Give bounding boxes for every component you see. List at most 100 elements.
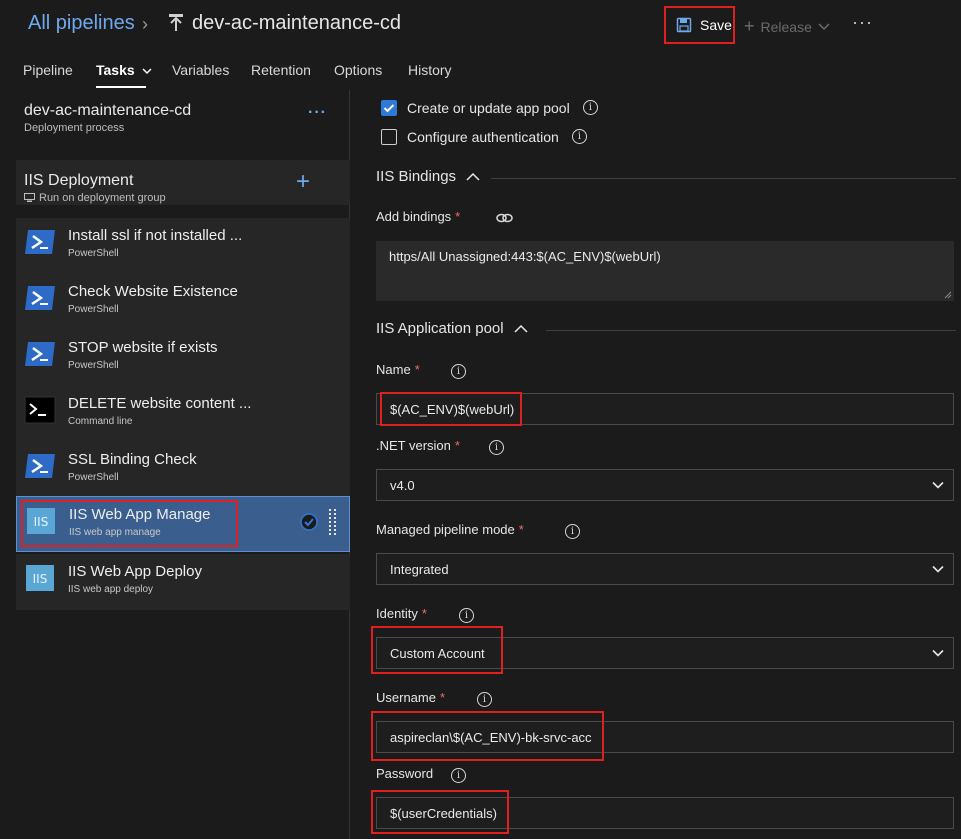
link-icon[interactable] (496, 212, 513, 224)
create-app-pool-checkbox[interactable] (381, 100, 397, 116)
more-actions-icon[interactable]: ··· (852, 12, 873, 33)
highlight-box (371, 790, 509, 834)
tab-bar: Pipeline Tasks Variables Retention Optio… (0, 52, 961, 90)
drag-handle-icon[interactable] (329, 509, 337, 537)
task-title: STOP website if exists (68, 339, 218, 356)
name-label-text: Name (376, 362, 411, 377)
required-mark: * (421, 606, 427, 621)
info-icon[interactable]: i (565, 524, 580, 539)
process-subtitle: Deployment process (24, 122, 125, 134)
plus-icon: + (744, 16, 755, 36)
check-circle-icon (300, 513, 318, 531)
chevron-down-icon (932, 481, 944, 489)
task-subtitle: IIS web app deploy (68, 584, 154, 595)
required-mark: * (439, 690, 446, 705)
release-button[interactable]: + Release (744, 16, 830, 37)
info-icon[interactable]: i (477, 692, 492, 707)
release-pipeline-icon (169, 14, 183, 31)
iis-bindings-section-header[interactable]: IIS Bindings (376, 168, 480, 185)
task-list-pane: dev-ac-maintenance-cd Deployment process… (0, 90, 350, 839)
task-settings-pane: Create or update app pool i Configure au… (351, 90, 961, 839)
highlight-box (371, 626, 503, 674)
command-line-icon (24, 396, 56, 424)
chevron-down-icon (932, 649, 944, 657)
task-subtitle: PowerShell (68, 304, 119, 315)
process-more-icon[interactable]: ··· (308, 104, 327, 122)
save-icon (676, 17, 692, 33)
chevron-up-icon (514, 324, 528, 333)
header: All pipelines › dev-ac-maintenance-cd Sa… (0, 0, 961, 52)
save-label: Save (700, 17, 732, 33)
highlight-box (380, 392, 522, 426)
powershell-icon (25, 286, 55, 310)
all-pipelines-link[interactable]: All pipelines (28, 12, 135, 35)
task-title: Check Website Existence (68, 283, 238, 300)
section-title: IIS Application pool (376, 320, 504, 337)
task-check-website[interactable]: Check Website Existence PowerShell (16, 274, 350, 330)
tab-retention[interactable]: Retention (251, 62, 311, 78)
powershell-icon (25, 230, 55, 254)
info-icon[interactable]: i (489, 440, 504, 455)
task-iis-web-app-deploy[interactable]: IIS IIS Web App Deploy IIS web app deplo… (16, 554, 350, 610)
task-stop-website[interactable]: STOP website if exists PowerShell (16, 330, 350, 386)
add-task-icon[interactable]: + (296, 170, 310, 194)
resize-grip-icon[interactable] (944, 291, 952, 299)
info-icon[interactable]: i (459, 608, 474, 623)
tab-variables[interactable]: Variables (172, 62, 229, 78)
task-subtitle: PowerShell (68, 360, 119, 371)
task-subtitle: Command line (68, 416, 133, 427)
powershell-icon (25, 454, 55, 478)
chevron-down-icon (142, 68, 152, 74)
pipeline-mode-select[interactable]: Integrated (376, 553, 954, 585)
info-icon[interactable]: i (451, 364, 466, 379)
active-tab-indicator (96, 86, 146, 88)
name-label: Name * (376, 362, 420, 377)
tab-options[interactable]: Options (334, 62, 382, 78)
username-label-text: Username (376, 690, 436, 705)
net-version-value: v4.0 (390, 478, 415, 493)
bindings-textarea[interactable]: https/All Unassigned:443:$(AC_ENV)$(webU… (376, 241, 954, 301)
iis-app-pool-section-header[interactable]: IIS Application pool (376, 320, 528, 337)
identity-label-text: Identity (376, 606, 418, 621)
configure-auth-checkbox[interactable] (381, 129, 397, 145)
chevron-up-icon (466, 172, 480, 181)
net-version-label: .NET version * (376, 438, 460, 453)
add-bindings-label: Add bindings * (376, 209, 460, 224)
pipeline-mode-label-text: Managed pipeline mode (376, 522, 515, 537)
highlight-box (371, 711, 604, 761)
net-version-select[interactable]: v4.0 (376, 469, 954, 501)
task-delete-content[interactable]: DELETE website content ... Command line (16, 386, 350, 442)
info-icon[interactable]: i (572, 129, 587, 144)
iis-icon-text: IIS (33, 572, 48, 586)
pipeline-title: dev-ac-maintenance-cd (192, 12, 401, 34)
username-label: Username * (376, 690, 445, 705)
password-label-text: Password (376, 766, 434, 781)
process-title[interactable]: dev-ac-maintenance-cd (24, 102, 191, 120)
info-icon[interactable]: i (451, 768, 466, 783)
identity-label: Identity * (376, 606, 427, 621)
save-button[interactable]: Save (664, 6, 735, 44)
job-title: IIS Deployment (24, 172, 134, 189)
release-label: Release (760, 18, 812, 35)
required-mark: * (414, 362, 420, 377)
create-app-pool-label: Create or update app pool (407, 100, 570, 116)
checkmark-icon (383, 104, 395, 113)
breadcrumb-chevron-icon: › (142, 14, 148, 34)
task-title: Install ssl if not installed ... (68, 227, 243, 244)
password-label: Password (376, 766, 433, 781)
required-mark: * (455, 209, 461, 224)
job-subtitle-text: Run on deployment group (39, 192, 166, 204)
info-icon[interactable]: i (583, 100, 598, 115)
job-subtitle: Run on deployment group (24, 192, 166, 204)
tab-history[interactable]: History (408, 62, 452, 78)
section-divider (546, 330, 956, 331)
tab-tasks[interactable]: Tasks (96, 62, 152, 78)
chevron-down-icon (818, 22, 830, 30)
job-iis-deployment[interactable]: IIS Deployment Run on deployment group + (16, 160, 350, 205)
tab-pipeline[interactable]: Pipeline (23, 62, 73, 78)
task-install-ssl[interactable]: Install ssl if not installed ... PowerSh… (16, 218, 350, 274)
task-ssl-binding-check[interactable]: SSL Binding Check PowerShell (16, 442, 350, 498)
section-divider (491, 178, 956, 179)
iis-icon: IIS (26, 565, 54, 591)
pipeline-mode-label: Managed pipeline mode * (376, 522, 524, 537)
